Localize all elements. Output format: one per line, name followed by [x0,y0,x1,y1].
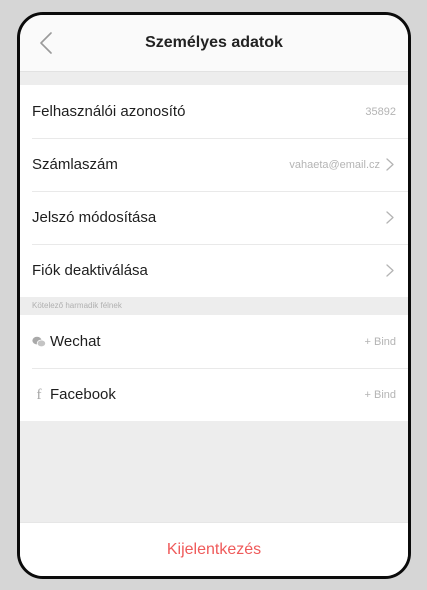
change-password-label: Jelszó módosítása [32,209,157,226]
change-password-row[interactable]: Jelszó módosítása [20,191,408,244]
deactivate-account-row[interactable]: Fiók deaktiválása [20,244,408,297]
facebook-icon: f [36,387,42,404]
wechat-bind-action[interactable]: + Bind [365,336,397,348]
user-id-label: Felhasználói azonosító [32,103,186,120]
wechat-bind-row[interactable]: Wechat + Bind [20,315,408,368]
account-number-label: Számlaszám [32,156,118,173]
logout-button[interactable]: Kijelentkezés [20,522,408,576]
wechat-label-wrap: Wechat [32,333,365,350]
chevron-right-icon [384,264,396,278]
facebook-bind-row[interactable]: f Facebook + Bind [20,368,408,421]
account-email-value: vahaeta@email.cz [289,158,380,171]
facebook-bind-action[interactable]: + Bind [365,389,397,401]
logout-label: Kijelentkezés [166,540,262,558]
third-party-section-header: Kötelező harmadik félnek [20,297,408,315]
facebook-label: Facebook [50,386,116,403]
facebook-label-wrap: f Facebook [32,386,365,403]
account-settings-list: Felhasználói azonosító 35892 Számlaszám … [20,85,408,297]
chevron-right-icon [384,158,396,172]
phone-screen: Személyes adatok Felhasználói azonosító … [17,12,411,579]
third-party-list: Wechat + Bind f Facebook + Bind [20,315,408,421]
page-title: Személyes adatok [145,34,283,51]
user-id-row[interactable]: Felhasználói azonosító 35892 [20,85,408,138]
account-number-row[interactable]: Számlaszám vahaeta@email.cz [20,138,408,191]
top-spacer [20,72,408,85]
chevron-right-icon [384,211,396,225]
wechat-label: Wechat [50,333,101,350]
navigation-bar: Személyes adatok [20,15,408,72]
wechat-icon [32,335,46,349]
deactivate-account-label: Fiók deaktiválása [32,262,148,279]
user-id-value: 35892 [365,105,396,118]
